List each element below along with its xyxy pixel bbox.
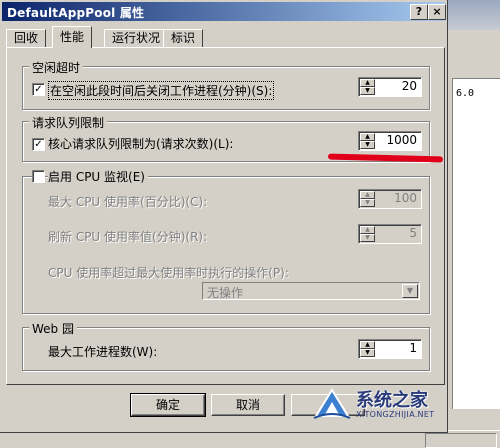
spinner-buttons: ▲ ▼ [360,191,375,207]
max-cpu-value: 100 [394,191,417,205]
spin-down-icon[interactable]: ▼ [360,87,375,95]
watermark-name: 系统之家 [356,390,428,411]
spinner-buttons: ▲ ▼ [360,226,375,242]
max-cpu-spinner[interactable]: ▲ ▼ 100 [358,189,422,209]
request-queue-value: 1000 [386,133,417,147]
idle-timeout-value: 20 [401,79,417,93]
refresh-cpu-spinner[interactable]: ▲ ▼ 5 [358,224,422,244]
max-workers-value: 1 [409,341,417,355]
spin-up-icon[interactable]: ▲ [360,341,375,349]
watermark-url: XITONGZHIJIA.NET [356,410,435,419]
idle-timeout-spinner[interactable]: ▲ ▼ 20 [358,77,422,97]
background-list [452,78,500,409]
cpu-monitor-label: 启用 CPU 监视(E) [48,168,148,185]
cpu-action-select[interactable]: 无操作 ▼ [202,282,420,300]
request-queue-label: 核心请求队列限制为(请求次数)(L): [48,137,234,151]
window-title: DefaultAppPool 属性 [7,6,145,20]
request-queue-spinner[interactable]: ▲ ▼ 1000 [358,131,422,151]
max-workers-spinner[interactable]: ▲ ▼ 1 [358,339,422,359]
background-window-titlebar [448,0,500,30]
idle-timeout-checkbox[interactable]: ✓ [32,83,45,96]
spin-up-icon[interactable]: ▲ [360,133,375,141]
spin-down-icon[interactable]: ▼ [360,199,375,207]
checkmark-icon: ✓ [34,139,43,150]
cpu-action-value: 无操作 [207,286,244,300]
dropdown-arrow-icon[interactable]: ▼ [402,284,418,298]
spin-up-icon[interactable]: ▲ [360,79,375,87]
max-cpu-label: 最大 CPU 使用率(百分比)(C): [48,195,208,209]
watermark-logo-icon [313,388,351,419]
help-button[interactable]: ? [410,4,428,20]
tab-recycle[interactable]: 回收 [6,29,47,48]
refresh-cpu-value: 5 [409,226,417,240]
tab-performance[interactable]: 性能 [52,26,93,48]
taskbar-segment [425,433,497,448]
cancel-button[interactable]: 取消 [211,394,285,416]
watermark: 系统之家 XITONGZHIJIA.NET [312,384,462,428]
idle-timeout-legend: 空闲超时 [29,59,84,76]
properties-dialog: DefaultAppPool 属性 ? × 回收 性能 运行状况 标识 空闲超时… [0,0,448,433]
spin-up-icon[interactable]: ▲ [360,226,375,234]
spin-up-icon[interactable]: ▲ [360,191,375,199]
refresh-cpu-label: 刷新 CPU 使用率值(分钟)(R): [48,230,208,244]
spinner-buttons: ▲ ▼ [360,133,375,149]
spinner-buttons: ▲ ▼ [360,79,375,95]
cpu-monitor-checkbox[interactable] [32,170,45,183]
spin-down-icon[interactable]: ▼ [360,234,375,242]
tab-identity[interactable]: 标识 [163,29,204,48]
close-button[interactable]: × [428,4,446,20]
spin-down-icon[interactable]: ▼ [360,349,375,357]
title-bar: DefaultAppPool 属性 ? × [2,2,446,21]
spin-down-icon[interactable]: ▼ [360,141,375,149]
background-list-text: 6.0 [456,88,475,99]
idle-timeout-label: 在空闲此段时间后关闭工作进程(分钟)(S): [48,81,275,100]
request-queue-checkbox[interactable]: ✓ [32,138,45,151]
request-queue-legend: 请求队列限制 [29,114,108,131]
web-garden-legend: Web 园 [29,320,77,337]
tab-health[interactable]: 运行状况 [104,29,169,48]
spinner-buttons: ▲ ▼ [360,341,375,357]
max-workers-label: 最大工作进程数(W): [48,345,158,359]
ok-button[interactable]: 确定 [130,393,206,417]
cpu-action-label: CPU 使用率超过最大使用率时执行的操作(P): [48,266,289,280]
checkmark-icon: ✓ [34,84,43,95]
